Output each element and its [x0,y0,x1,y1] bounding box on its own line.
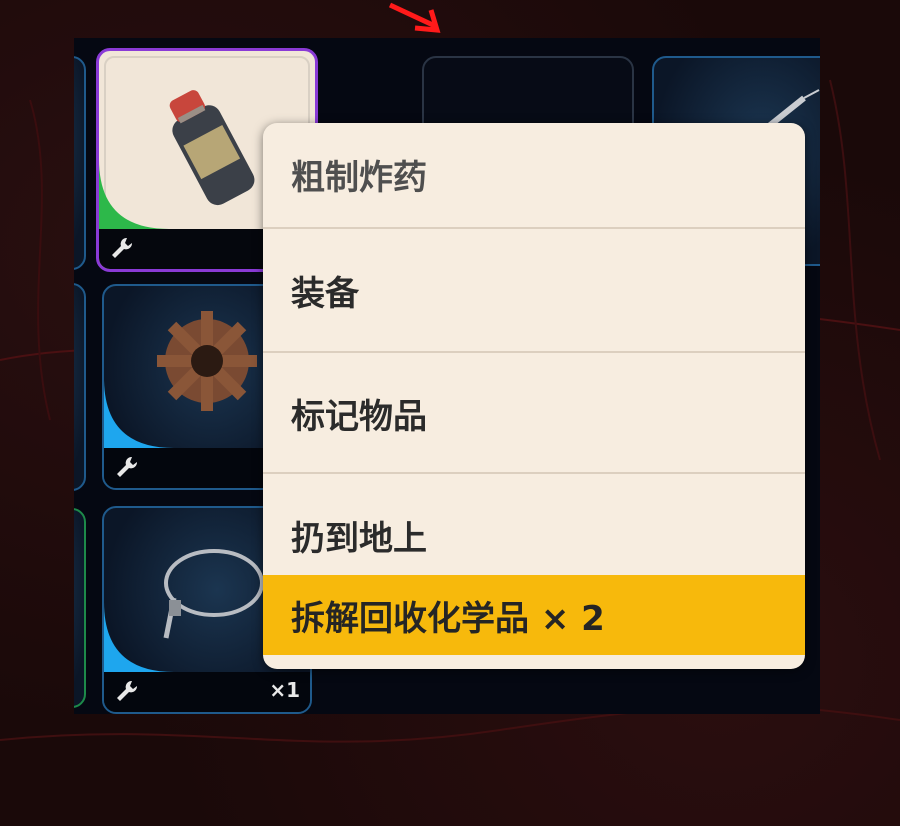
context-menu-title: 粗制炸药 [291,157,427,198]
context-menu: 粗制炸药 装备 标记物品 扔到地上 拆解回收化学品 × 2 [263,123,805,669]
inventory-slot-partial[interactable] [74,508,86,708]
menu-divider [263,472,805,474]
rarity-corner-icon [104,378,174,448]
menu-item-drop[interactable]: 扔到地上 [263,475,805,575]
menu-item-recycle[interactable]: 拆解回收化学品 × 2 [263,575,805,655]
wrench-icon [117,456,138,477]
rarity-corner-icon [104,602,174,672]
rarity-corner-shape [104,602,174,672]
item-count: ×1 [269,678,300,702]
rarity-corner-shape [99,159,169,229]
wrench-icon [117,680,138,701]
rarity-corner-icon [99,159,169,229]
menu-item-mark[interactable]: 标记物品 [263,355,805,471]
explosive-bottle-icon [169,90,255,206]
menu-divider [263,227,805,229]
rarity-corner-shape [104,378,174,448]
inventory-slot-partial[interactable] [74,56,86,270]
menu-divider [263,351,805,353]
menu-item-equip[interactable]: 装备 [263,231,805,349]
pointer-arrow-icon [388,2,441,33]
wrench-icon [112,237,133,258]
inventory-slot-partial[interactable] [74,283,86,491]
